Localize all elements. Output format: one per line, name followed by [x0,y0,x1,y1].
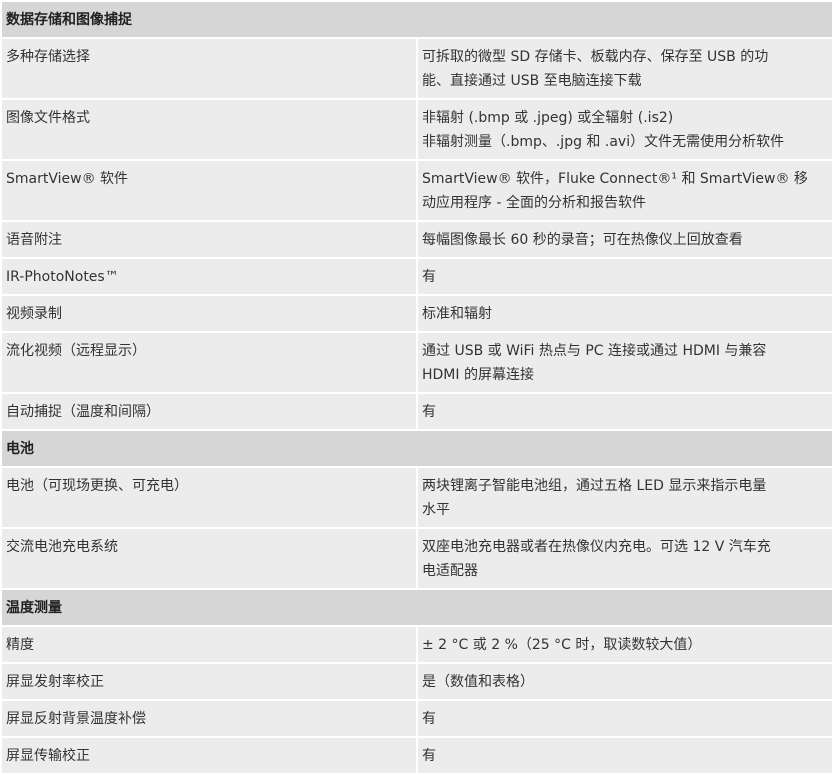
value-line: HDMI 的屏幕连接 [422,367,534,383]
row-label: 屏显发射率校正 [0,662,418,701]
row-label: 视频录制 [0,294,418,333]
table-row: 图像文件格式 非辐射 (.bmp 或 .jpeg) 或全辐射 (.is2) 非辐… [0,98,832,161]
row-label: 多种存储选择 [0,37,418,100]
value-line: 两块锂离子智能电池组，通过五格 LED 显示来指示电量 [422,478,767,494]
table-row: SmartView® 软件 SmartView® 软件，Fluke Connec… [0,159,832,222]
row-value: 非辐射 (.bmp 或 .jpeg) 或全辐射 (.is2) 非辐射测量（.bm… [416,98,832,161]
row-value: 有 [416,392,832,431]
row-value: 两块锂离子智能电池组，通过五格 LED 显示来指示电量 水平 [416,466,832,529]
row-value: 双座电池充电器或者在热像仪内充电。可选 12 V 汽车充 电适配器 [416,527,832,590]
table-row: 屏显发射率校正 是（数值和表格） [0,662,832,701]
row-label: SmartView® 软件 [0,159,418,222]
value-line: 有 [422,404,436,420]
row-label: 语音附注 [0,220,418,259]
value-line: 有 [422,269,436,285]
table-row: 多种存储选择 可拆取的微型 SD 存储卡、板载内存、保存至 USB 的功 能、直… [0,37,832,100]
row-value: 通过 USB 或 WiFi 热点与 PC 连接或通过 HDMI 与兼容 HDMI… [416,331,832,394]
value-line: 非辐射 (.bmp 或 .jpeg) 或全辐射 (.is2) [422,110,674,126]
row-value: 标准和辐射 [416,294,832,333]
spec-table: 数据存储和图像捕捉 多种存储选择 可拆取的微型 SD 存储卡、板载内存、保存至 … [0,0,832,775]
table-row: 语音附注 每幅图像最长 60 秒的录音；可在热像仪上回放查看 [0,220,832,259]
row-label: 精度 [0,625,418,664]
table-row: 屏显传输校正 有 [0,736,832,775]
row-value: 有 [416,699,832,738]
row-label: 屏显反射背景温度补偿 [0,699,418,738]
value-line: ± 2 °C 或 2 %（25 °C 时，取读数较大值） [422,637,702,653]
value-line: 能、直接通过 USB 至电脑连接下载 [422,73,642,89]
value-line: SmartView® 软件，Fluke Connect®¹ 和 SmartVie… [422,171,808,187]
row-label: IR-PhotoNotes™ [0,257,418,296]
row-label: 屏显传输校正 [0,736,418,775]
row-value: 是（数值和表格） [416,662,832,701]
table-row: 视频录制 标准和辐射 [0,294,832,333]
table-row: 交流电池充电系统 双座电池充电器或者在热像仪内充电。可选 12 V 汽车充 电适… [0,527,832,590]
row-label: 流化视频（远程显示） [0,331,418,394]
section-header-battery: 电池 [0,429,832,468]
value-line: 通过 USB 或 WiFi 热点与 PC 连接或通过 HDMI 与兼容 [422,343,767,359]
row-value: 可拆取的微型 SD 存储卡、板载内存、保存至 USB 的功 能、直接通过 USB… [416,37,832,100]
row-label: 图像文件格式 [0,98,418,161]
row-value: 有 [416,736,832,775]
section-header-temperature: 温度测量 [0,588,832,627]
table-row: 电池（可现场更换、可充电） 两块锂离子智能电池组，通过五格 LED 显示来指示电… [0,466,832,529]
row-value: ± 2 °C 或 2 %（25 °C 时，取读数较大值） [416,625,832,664]
section-title: 电池 [0,429,832,468]
section-header-data-storage: 数据存储和图像捕捉 [0,0,832,39]
row-value: SmartView® 软件，Fluke Connect®¹ 和 SmartVie… [416,159,832,222]
row-label: 电池（可现场更换、可充电） [0,466,418,529]
value-line: 双座电池充电器或者在热像仪内充电。可选 12 V 汽车充 [422,539,771,555]
value-line: 非辐射测量（.bmp、.jpg 和 .avi）文件无需使用分析软件 [422,134,785,150]
value-line: 每幅图像最长 60 秒的录音；可在热像仪上回放查看 [422,232,743,248]
value-line: 是（数值和表格） [422,674,534,690]
value-line: 电适配器 [422,563,478,579]
section-title: 数据存储和图像捕捉 [0,0,832,39]
value-line: 动应用程序 - 全面的分析和报告软件 [422,195,646,211]
table-row: 屏显反射背景温度补偿 有 [0,699,832,738]
value-line: 有 [422,748,436,764]
section-title: 温度测量 [0,588,832,627]
row-label: 自动捕捉（温度和间隔） [0,392,418,431]
row-value: 每幅图像最长 60 秒的录音；可在热像仪上回放查看 [416,220,832,259]
table-row: 流化视频（远程显示） 通过 USB 或 WiFi 热点与 PC 连接或通过 HD… [0,331,832,394]
row-value: 有 [416,257,832,296]
row-label: 交流电池充电系统 [0,527,418,590]
value-line: 标准和辐射 [422,306,492,322]
value-line: 水平 [422,502,450,518]
spec-table-body: 数据存储和图像捕捉 多种存储选择 可拆取的微型 SD 存储卡、板载内存、保存至 … [0,0,832,775]
table-row: 精度 ± 2 °C 或 2 %（25 °C 时，取读数较大值） [0,625,832,664]
value-line: 有 [422,711,436,727]
table-row: IR-PhotoNotes™ 有 [0,257,832,296]
table-row: 自动捕捉（温度和间隔） 有 [0,392,832,431]
value-line: 可拆取的微型 SD 存储卡、板载内存、保存至 USB 的功 [422,49,769,65]
